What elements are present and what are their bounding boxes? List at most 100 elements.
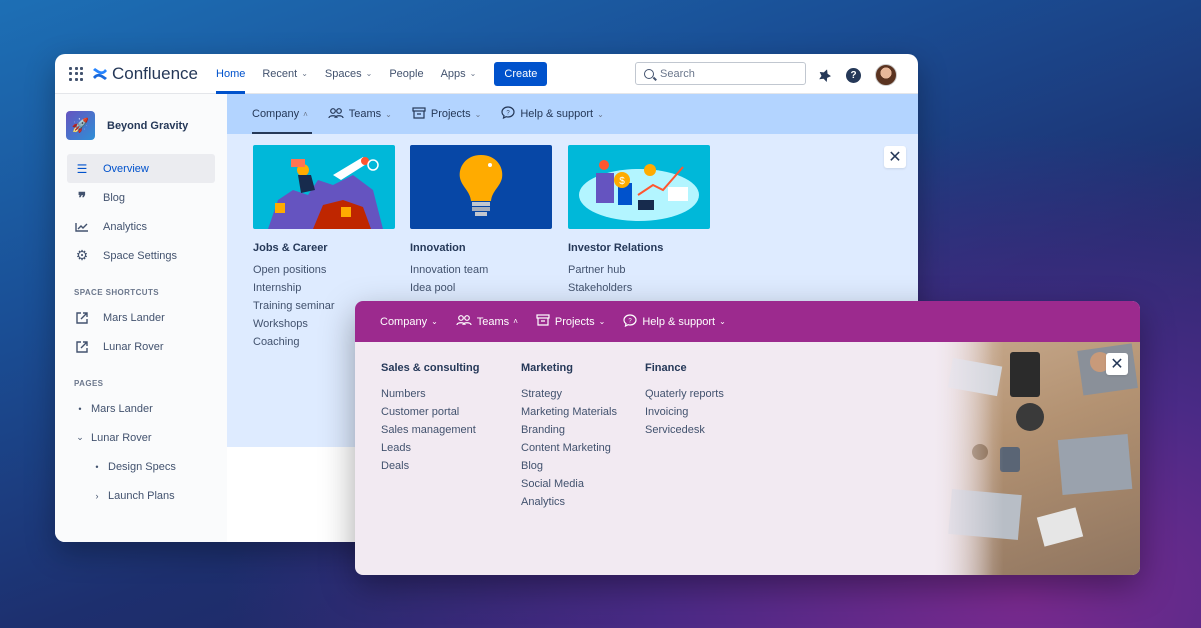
bullet-icon: • <box>78 403 82 414</box>
link-internship[interactable]: Internship <box>253 282 395 300</box>
link-invoicing[interactable]: Invoicing <box>645 406 724 424</box>
column-finance: Finance Quaterly reports Invoicing Servi… <box>645 362 724 442</box>
nav-recent-label: Recent <box>262 67 298 80</box>
shortcut-mars-lander[interactable]: Mars Lander <box>67 303 215 332</box>
tab-projects[interactable]: Projects ⌄ <box>412 94 481 134</box>
link-sales-management[interactable]: Sales management <box>381 424 479 442</box>
bullet-icon: • <box>95 461 99 472</box>
chevron-down-icon[interactable]: ⌄ <box>75 432 85 443</box>
sidebar-item-analytics[interactable]: Analytics <box>67 212 215 241</box>
create-button[interactable]: Create <box>494 61 548 86</box>
lightbulb-illustration <box>410 145 552 229</box>
link-content-marketing[interactable]: Content Marketing <box>521 442 617 460</box>
chevron-up-icon: ˄ <box>513 317 518 326</box>
page-label: Lunar Rover <box>91 431 152 444</box>
link-partner-hub[interactable]: Partner hub <box>568 264 710 282</box>
chevron-up-icon: ˄ <box>303 109 308 119</box>
column-investor-relations: $ Investor Relations Partner hub Stakeho… <box>568 145 710 300</box>
teams-mega-menu: Company ⌄ Teams ˄ Projects ⌄ ? Help & suppo… <box>355 301 1140 575</box>
page-label: Launch Plans <box>108 489 175 502</box>
avatar[interactable] <box>875 64 897 86</box>
teams-menu-body: ✕ Sales & consulting Numbers Customer po… <box>355 342 1140 575</box>
chart-icon <box>75 222 89 232</box>
page-label: Mars Lander <box>91 402 153 415</box>
tab-company[interactable]: Company ⌄ <box>380 302 438 342</box>
archive-icon <box>412 106 426 122</box>
link-blog[interactable]: Blog <box>521 460 617 478</box>
tab-company[interactable]: Company ˄ <box>252 94 312 134</box>
nav-people[interactable]: People <box>389 54 423 94</box>
nav-spaces[interactable]: Spaces ⌄ <box>325 54 372 94</box>
link-servicedesk[interactable]: Servicedesk <box>645 424 724 442</box>
space-header[interactable]: 🚀 Beyond Gravity <box>55 111 227 140</box>
link-social-media[interactable]: Social Media <box>521 478 617 496</box>
page-launch-plans[interactable]: › Launch Plans <box>55 481 227 510</box>
confluence-logo[interactable]: Confluence <box>92 64 198 84</box>
pages-heading: PAGES <box>74 379 104 388</box>
chevron-down-icon: ⌄ <box>385 109 392 119</box>
external-link-icon <box>75 340 89 353</box>
sidebar-item-label: Analytics <box>103 220 148 233</box>
notifications-icon[interactable] <box>818 68 832 82</box>
page-lunar-rover[interactable]: ⌄ Lunar Rover <box>55 423 227 452</box>
gear-icon: ⚙ <box>75 247 89 263</box>
tab-help-support[interactable]: ? Help & support ⌄ <box>623 302 726 342</box>
tab-projects[interactable]: Projects ⌄ <box>536 302 605 342</box>
sidebar-item-overview[interactable]: ☰ Overview <box>67 154 215 183</box>
link-strategy[interactable]: Strategy <box>521 388 617 406</box>
sidebar-item-space-settings[interactable]: ⚙ Space Settings <box>67 241 215 270</box>
link-quarterly-reports[interactable]: Quaterly reports <box>645 388 724 406</box>
link-leads[interactable]: Leads <box>381 442 479 460</box>
chevron-right-icon[interactable]: › <box>92 491 102 501</box>
mega-menu-tabs: Company ˄ Teams ⌄ Projects ⌄ ? Help & su… <box>227 94 918 134</box>
close-icon[interactable]: ✕ <box>884 146 906 168</box>
page-design-specs[interactable]: • Design Specs <box>55 452 227 481</box>
chevron-down-icon: ⌄ <box>469 69 477 78</box>
tab-label: Teams <box>476 315 510 328</box>
shortcut-label: Mars Lander <box>103 311 165 324</box>
mega-menu-tabs: Company ⌄ Teams ˄ Projects ⌄ ? Help & suppo… <box>355 301 1140 342</box>
tab-label: Projects <box>430 108 471 120</box>
svg-text:?: ? <box>629 318 633 324</box>
sidebar-item-label: Blog <box>103 191 126 204</box>
tab-label: Help & support <box>642 315 716 328</box>
chevron-down-icon: ⌄ <box>719 317 726 326</box>
link-idea-pool[interactable]: Idea pool <box>410 282 552 300</box>
page-mars-lander[interactable]: • Mars Lander <box>55 394 227 423</box>
column-sales-consulting: Sales & consulting Numbers Customer port… <box>381 362 479 478</box>
shortcut-lunar-rover[interactable]: Lunar Rover <box>67 332 215 361</box>
tab-label: Teams <box>348 108 382 120</box>
link-customer-portal[interactable]: Customer portal <box>381 406 479 424</box>
tab-teams[interactable]: Teams ˄ <box>456 302 518 342</box>
link-marketing-materials[interactable]: Marketing Materials <box>521 406 617 424</box>
link-numbers[interactable]: Numbers <box>381 388 479 406</box>
chevron-down-icon: ⌄ <box>598 317 606 326</box>
column-title: Sales & consulting <box>381 362 480 374</box>
close-icon[interactable]: ✕ <box>1106 353 1128 375</box>
jobs-illustration <box>253 145 395 229</box>
search-input[interactable]: Search <box>635 62 806 85</box>
help-icon[interactable]: ? <box>846 67 861 83</box>
link-stakeholders[interactable]: Stakeholders <box>568 282 710 300</box>
link-deals[interactable]: Deals <box>381 460 479 478</box>
column-marketing: Marketing Strategy Marketing Materials B… <box>521 362 617 514</box>
tab-help-support[interactable]: ? Help & support ⌄ <box>501 94 604 134</box>
nav-apps[interactable]: Apps ⌄ <box>441 54 477 94</box>
archive-icon <box>536 314 550 329</box>
link-open-positions[interactable]: Open positions <box>253 264 395 282</box>
tab-teams[interactable]: Teams ⌄ <box>328 94 392 134</box>
svg-text:?: ? <box>507 110 511 116</box>
link-analytics[interactable]: Analytics <box>521 496 617 514</box>
app-name: Confluence <box>112 63 199 83</box>
help-bubble-icon: ? <box>623 313 637 330</box>
chevron-down-icon: ⌄ <box>431 317 438 326</box>
nav-recent[interactable]: Recent ⌄ <box>262 54 308 94</box>
space-shortcuts-heading: SPACE SHORTCUTS <box>74 288 159 297</box>
sidebar-item-blog[interactable]: ❞ Blog <box>67 183 215 212</box>
link-innovation-team[interactable]: Innovation team <box>410 264 552 282</box>
sidebar: 🚀 Beyond Gravity ☰ Overview ❞ Blog Analy… <box>55 94 227 542</box>
app-switcher-icon[interactable] <box>69 66 83 81</box>
link-branding[interactable]: Branding <box>521 424 617 442</box>
svg-text:$: $ <box>619 176 625 187</box>
nav-home[interactable]: Home <box>216 54 246 94</box>
